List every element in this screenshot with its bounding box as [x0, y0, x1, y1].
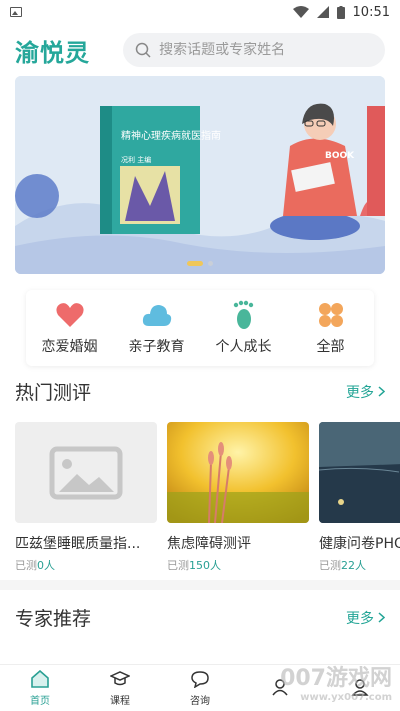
top-header: 渝悦灵 — [0, 30, 400, 70]
sea-photo — [319, 422, 400, 523]
category-panel: 恋爱婚姻 亲子教育 个人成长 全部 — [26, 290, 374, 366]
graduation-cap-icon — [110, 671, 130, 686]
grid-icon — [318, 303, 343, 327]
carousel-dot-active[interactable] — [187, 261, 203, 266]
clock: 10:51 — [352, 4, 390, 20]
watermark-url: www.yx007.com — [300, 692, 392, 703]
category-label: 个人成长 — [215, 339, 272, 355]
flower-photo — [167, 422, 309, 523]
search-bar[interactable] — [123, 33, 385, 67]
chevron-right-icon — [378, 386, 385, 397]
experts-header: 专家推荐 更多 — [15, 604, 385, 631]
test-thumbnail — [319, 422, 400, 523]
search-input[interactable] — [159, 42, 370, 58]
tab-label: 咨询 — [190, 696, 210, 707]
hot-tests-more-link[interactable]: 更多 — [346, 382, 385, 402]
test-card[interactable]: 匹兹堡睡眠质量指... 已测0人 — [15, 422, 157, 572]
test-name: 健康问卷PHQ-9 — [319, 536, 400, 552]
experts-more-link[interactable]: 更多 — [346, 608, 385, 628]
category-parenting[interactable]: 亲子教育 — [117, 300, 197, 356]
category-growth[interactable]: 个人成长 — [204, 300, 284, 356]
tested-count: 0人 — [37, 559, 55, 572]
battery-icon — [336, 5, 345, 19]
watermark-text: 007游戏网 — [280, 666, 392, 691]
home-icon — [31, 670, 49, 688]
test-thumbnail — [167, 422, 309, 523]
test-card[interactable]: 健康问卷PHQ-9 已测22人 — [319, 422, 400, 572]
test-meta: 已测22人 — [319, 557, 400, 572]
app-logo: 渝悦灵 — [15, 38, 90, 67]
section-title: 专家推荐 — [15, 608, 92, 630]
carousel-dot[interactable] — [208, 261, 213, 266]
tested-prefix: 已测 — [319, 559, 341, 572]
carousel-indicator — [187, 261, 213, 266]
banner-carousel[interactable]: 精神心理疾病就医指南 况利 主编 BOOK — [15, 76, 385, 274]
test-card[interactable]: 焦虑障碍测评 已测150人 — [167, 422, 309, 572]
tab-label: 首页 — [30, 696, 50, 707]
test-meta: 已测150人 — [167, 557, 309, 572]
category-love-marriage[interactable]: 恋爱婚姻 — [30, 300, 110, 356]
book-title: 精神心理疾病就医指南 — [121, 129, 221, 142]
book-author: 况利 主编 — [121, 155, 151, 164]
more-label: 更多 — [346, 384, 374, 401]
more-label: 更多 — [346, 610, 374, 627]
category-all[interactable]: 全部 — [291, 300, 371, 356]
signal-icon — [316, 6, 329, 18]
tab-home[interactable]: 首页 — [10, 669, 70, 707]
image-placeholder-icon — [49, 446, 123, 500]
test-name: 焦虑障碍测评 — [167, 536, 251, 552]
test-thumbnail — [15, 422, 157, 523]
hot-tests-header: 热门测评 更多 — [15, 378, 385, 405]
wifi-icon — [292, 6, 309, 18]
tab-label: 课程 — [110, 696, 130, 707]
tab-courses[interactable]: 课程 — [90, 669, 150, 707]
section-title: 热门测评 — [15, 382, 92, 404]
footprint-icon — [233, 300, 253, 329]
test-meta: 已测0人 — [15, 557, 157, 572]
tab-consult[interactable]: 咨询 — [170, 669, 230, 707]
image-notification-icon — [10, 7, 22, 17]
cloud-icon — [142, 305, 171, 326]
category-label: 全部 — [316, 339, 345, 355]
banner-illustration: 精神心理疾病就医指南 况利 主编 BOOK — [15, 76, 385, 274]
chat-bubble-icon — [191, 671, 209, 688]
hot-tests-list: 匹兹堡睡眠质量指... 已测0人 焦虑障碍测评 已测150人 健康问卷PH 已测… — [15, 422, 400, 572]
tested-prefix: 已测 — [15, 559, 37, 572]
test-name: 匹兹堡睡眠质量指... — [15, 536, 141, 552]
reader-book-label: BOOK — [325, 151, 355, 161]
section-divider — [0, 580, 400, 590]
tested-count: 22人 — [341, 559, 366, 572]
heart-icon — [55, 303, 84, 327]
chevron-right-icon — [378, 612, 385, 623]
category-label: 亲子教育 — [128, 339, 185, 355]
tested-count: 150人 — [189, 559, 221, 572]
tested-prefix: 已测 — [167, 559, 189, 572]
watermark: 007游戏网 www.yx007.com — [280, 660, 392, 703]
status-bar: 10:51 — [0, 0, 400, 24]
category-label: 恋爱婚姻 — [41, 339, 98, 355]
search-icon — [135, 42, 151, 58]
